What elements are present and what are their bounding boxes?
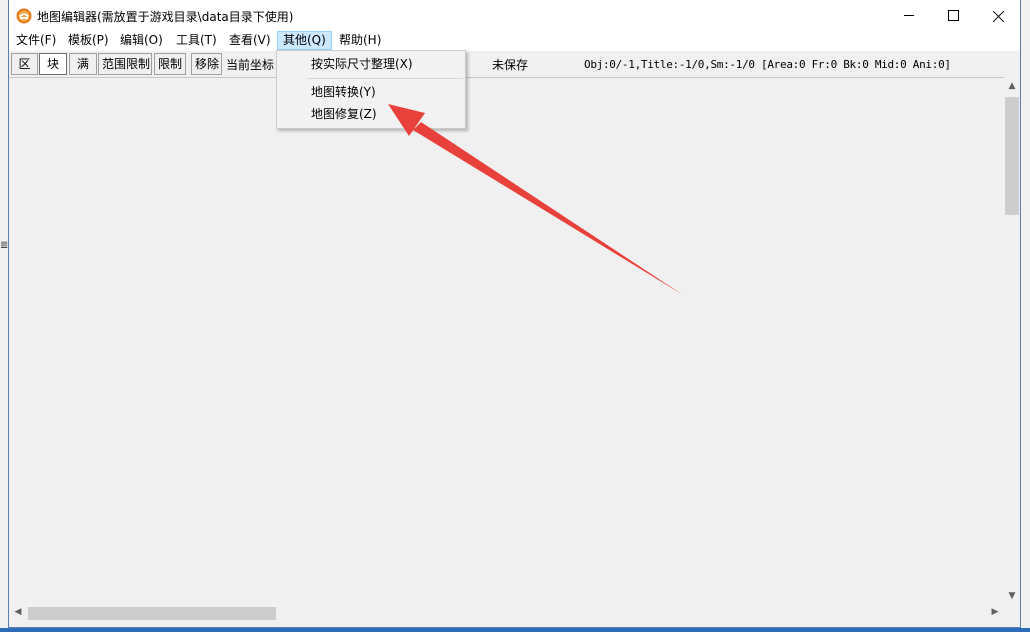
menu-file[interactable]: 文件(F) (11, 31, 61, 50)
vertical-scroll-thumb[interactable] (1005, 97, 1019, 215)
tool-range-limit-button[interactable]: 范围限制 (98, 53, 152, 75)
menu-edit[interactable]: 编辑(O) (115, 31, 168, 50)
close-icon (993, 10, 1005, 22)
other-menu-dropdown: 按实际尺寸整理(X) 地图转换(Y) 地图修复(Z) (276, 50, 466, 129)
map-canvas[interactable] (9, 77, 1004, 605)
window-title: 地图编辑器(需放置于游戏目录\data目录下使用) (37, 10, 294, 24)
tool-remove-button[interactable]: 移除 (191, 53, 222, 75)
maximize-icon (948, 10, 959, 21)
minimize-icon (903, 15, 914, 16)
tool-area-button[interactable]: 区 (11, 53, 38, 75)
close-button[interactable] (976, 0, 1021, 31)
minimize-button[interactable] (886, 0, 931, 31)
toolbar: 区 块 满 范围限制 限制 移除 当前坐标 未保存 Obj:0/-1,Title… (9, 51, 1020, 77)
menu-other[interactable]: 其他(Q) (277, 31, 332, 50)
menu-bar: 文件(F) 模板(P) 编辑(O) 工具(T) 查看(V) 其他(Q) 帮助(H… (9, 31, 1020, 51)
menu-template[interactable]: 模板(P) (63, 31, 114, 50)
maximize-button[interactable] (931, 0, 976, 31)
menu-help[interactable]: 帮助(H) (334, 31, 386, 50)
tool-full-button[interactable]: 满 (69, 53, 97, 75)
coord-label: 当前坐标 (226, 58, 275, 72)
scroll-left-icon[interactable]: ◀ (10, 607, 26, 617)
taskbar-edge (0, 628, 1030, 632)
menu-tools[interactable]: 工具(T) (171, 31, 222, 50)
vertical-scrollbar[interactable]: ▲ ▼ (1004, 77, 1020, 605)
background-window-edge: ≣ (0, 240, 9, 251)
title-bar[interactable]: 地图编辑器(需放置于游戏目录\data目录下使用) (9, 0, 1020, 31)
app-logo-icon (16, 8, 32, 24)
scroll-right-icon[interactable]: ▶ (987, 607, 1003, 617)
save-status: 未保存 (492, 58, 529, 72)
scroll-down-icon[interactable]: ▼ (1004, 591, 1020, 601)
horizontal-scroll-thumb[interactable] (28, 607, 276, 620)
tool-block-button[interactable]: 块 (39, 53, 67, 75)
horizontal-scrollbar[interactable]: ◀ ▶ (9, 605, 1004, 622)
tool-limit-button[interactable]: 限制 (154, 53, 186, 75)
app-window: 地图编辑器(需放置于游戏目录\data目录下使用) 文件(F) 模板(P) 编辑… (0, 0, 1030, 632)
menu-view[interactable]: 查看(V) (224, 31, 276, 50)
scroll-up-icon[interactable]: ▲ (1004, 81, 1020, 91)
menu-separator (307, 78, 463, 79)
menu-item-arrange-by-size[interactable]: 按实际尺寸整理(X) (278, 53, 464, 75)
scrollbar-corner (1004, 605, 1020, 622)
menu-item-map-convert[interactable]: 地图转换(Y) (278, 81, 464, 103)
menu-item-map-repair[interactable]: 地图修复(Z) (278, 103, 464, 125)
map-stats: Obj:0/-1,Title:-1/0,Sm:-1/0 [Area:0 Fr:0… (584, 58, 951, 71)
